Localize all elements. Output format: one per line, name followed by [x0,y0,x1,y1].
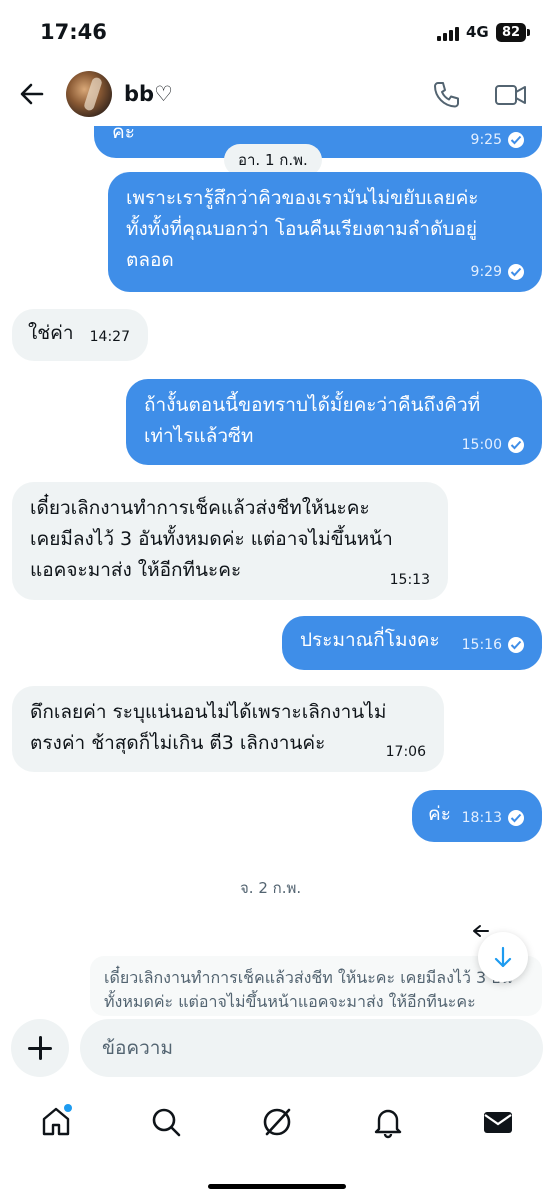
message-meta: 15:00 [462,437,524,453]
status-time: 17:46 [40,20,107,44]
tab-notifications[interactable] [370,1104,406,1140]
message-bubble-sent[interactable]: ถ้างั้นตอนนี้ขอทราบได้มั้ยคะว่าคืนถึงคิว… [126,379,542,465]
tab-messages[interactable] [480,1104,516,1140]
message-line: เดี๋ยวเลิกงานทำการเช็คแล้วส่งชีทให้นะคะ [30,497,370,519]
message-meta: 9:29 [471,264,524,280]
message-line: ทั้งทั้งที่คุณบอกว่า โอนคืนเรียงตามลำดับ… [126,218,478,240]
message-meta: 14:27 [90,329,130,345]
grok-icon [263,1108,291,1136]
quoted-message-preview[interactable]: เดี๋ยวเลิกงานทำการเช็คแล้วส่งชีท ให้นะคะ… [90,956,542,1016]
message-time: 9:29 [470,264,502,280]
back-button[interactable] [16,78,48,110]
message-meta: 17:06 [386,744,426,760]
message-text: ค่ะ [112,126,135,143]
message-line: เพราะเรารู้สึกว่าคิวของเรามันไม่ขยับเลยค… [126,187,479,209]
battery-cap [527,29,530,36]
scroll-to-bottom-button[interactable] [478,932,528,982]
signal-icon [437,27,459,41]
video-camera-icon [495,85,526,105]
message-line: แอคจะมาส่ง ให้อีกทีนะคะ [30,559,242,581]
call-button[interactable] [430,79,462,111]
message-line: เคยมีลงไว้ 3 อันทั้งหมดค่ะ แต่อาจไม่ขึ้น… [30,528,393,550]
quote-line: เดี๋ยวเลิกงานทำการเช็คแล้วส่งชีท ให้นะคะ… [104,968,487,987]
message-line: ตลอด [126,249,174,271]
message-meta: 15:13 [390,572,430,588]
chat-header: bb♡ [0,62,554,126]
message-time: 15:16 [461,637,502,653]
tab-search[interactable] [148,1104,184,1140]
message-time: 15:13 [389,572,430,588]
message-bubble-sent[interactable]: ประมาณกี่โมงคะ 15:16 [282,616,542,670]
arrow-left-icon [20,83,44,105]
message-time: 18:13 [461,810,502,826]
message-input[interactable] [80,1019,543,1077]
phone-icon [434,82,459,108]
message-time: 17:06 [385,744,426,760]
video-call-button[interactable] [494,81,528,109]
check-circle-icon [508,637,524,653]
message-meta: 18:13 [462,810,524,826]
message-bubble-received[interactable]: ใช่ค่า 14:27 [12,309,148,361]
check-circle-icon [508,132,524,148]
contact-name[interactable]: bb♡ [124,82,173,106]
avatar[interactable] [66,71,112,117]
message-time: 14:27 [89,329,130,345]
message-meta: 9:25 [471,132,524,148]
tab-grok[interactable] [259,1104,295,1140]
network-label: 4G [466,23,489,41]
date-separator: จ. 2 ก.พ. [240,879,302,897]
notification-dot [64,1104,72,1112]
message-bubble-received[interactable]: เดี๋ยวเลิกงานทำการเช็คแล้วส่งชีทให้นะคะ … [12,482,448,600]
check-circle-icon [508,437,524,453]
message-line: ถ้างั้นตอนนี้ขอทราบได้มั้ยคะว่าคืนถึงคิว… [144,394,481,416]
message-time: 15:00 [461,437,502,453]
message-bubble-received[interactable]: ดึกเลยค่า ระบุแน่นอนไม่ได้เพราะเลิกงานไม… [12,686,444,772]
message-time: 9:25 [470,132,502,148]
home-indicator [208,1184,346,1189]
check-circle-icon [508,264,524,280]
status-bar: 17:46 4G 82 [0,0,554,62]
message-meta: 15:16 [462,637,524,653]
message-bubble-sent[interactable]: เพราะเรารู้สึกว่าคิวของเรามันไม่ขยับเลยค… [108,172,542,292]
check-circle-icon [508,810,524,826]
search-icon [152,1108,181,1137]
envelope-icon [484,1112,512,1133]
message-line: ตรงค่า ช้าสุดก็ไม่เกิน ตี3 เลิกงานค่ะ [30,732,326,754]
message-bubble-sent[interactable]: ค่ะ 18:13 [412,790,542,842]
message-list[interactable]: ค่ะ 9:25 อา. 1 ก.พ. เพราะเรารู้สึกว่าคิว… [0,126,554,1016]
arrow-down-icon [494,946,512,968]
bottom-tab-bar [0,1090,554,1160]
composer [0,1016,554,1082]
add-attachment-button[interactable] [11,1019,69,1077]
battery-icon: 82 [496,23,526,42]
bell-icon [374,1109,402,1139]
message-line: ดึกเลยค่า ระบุแน่นอนไม่ได้เพราะเลิกงานไม… [30,701,387,723]
